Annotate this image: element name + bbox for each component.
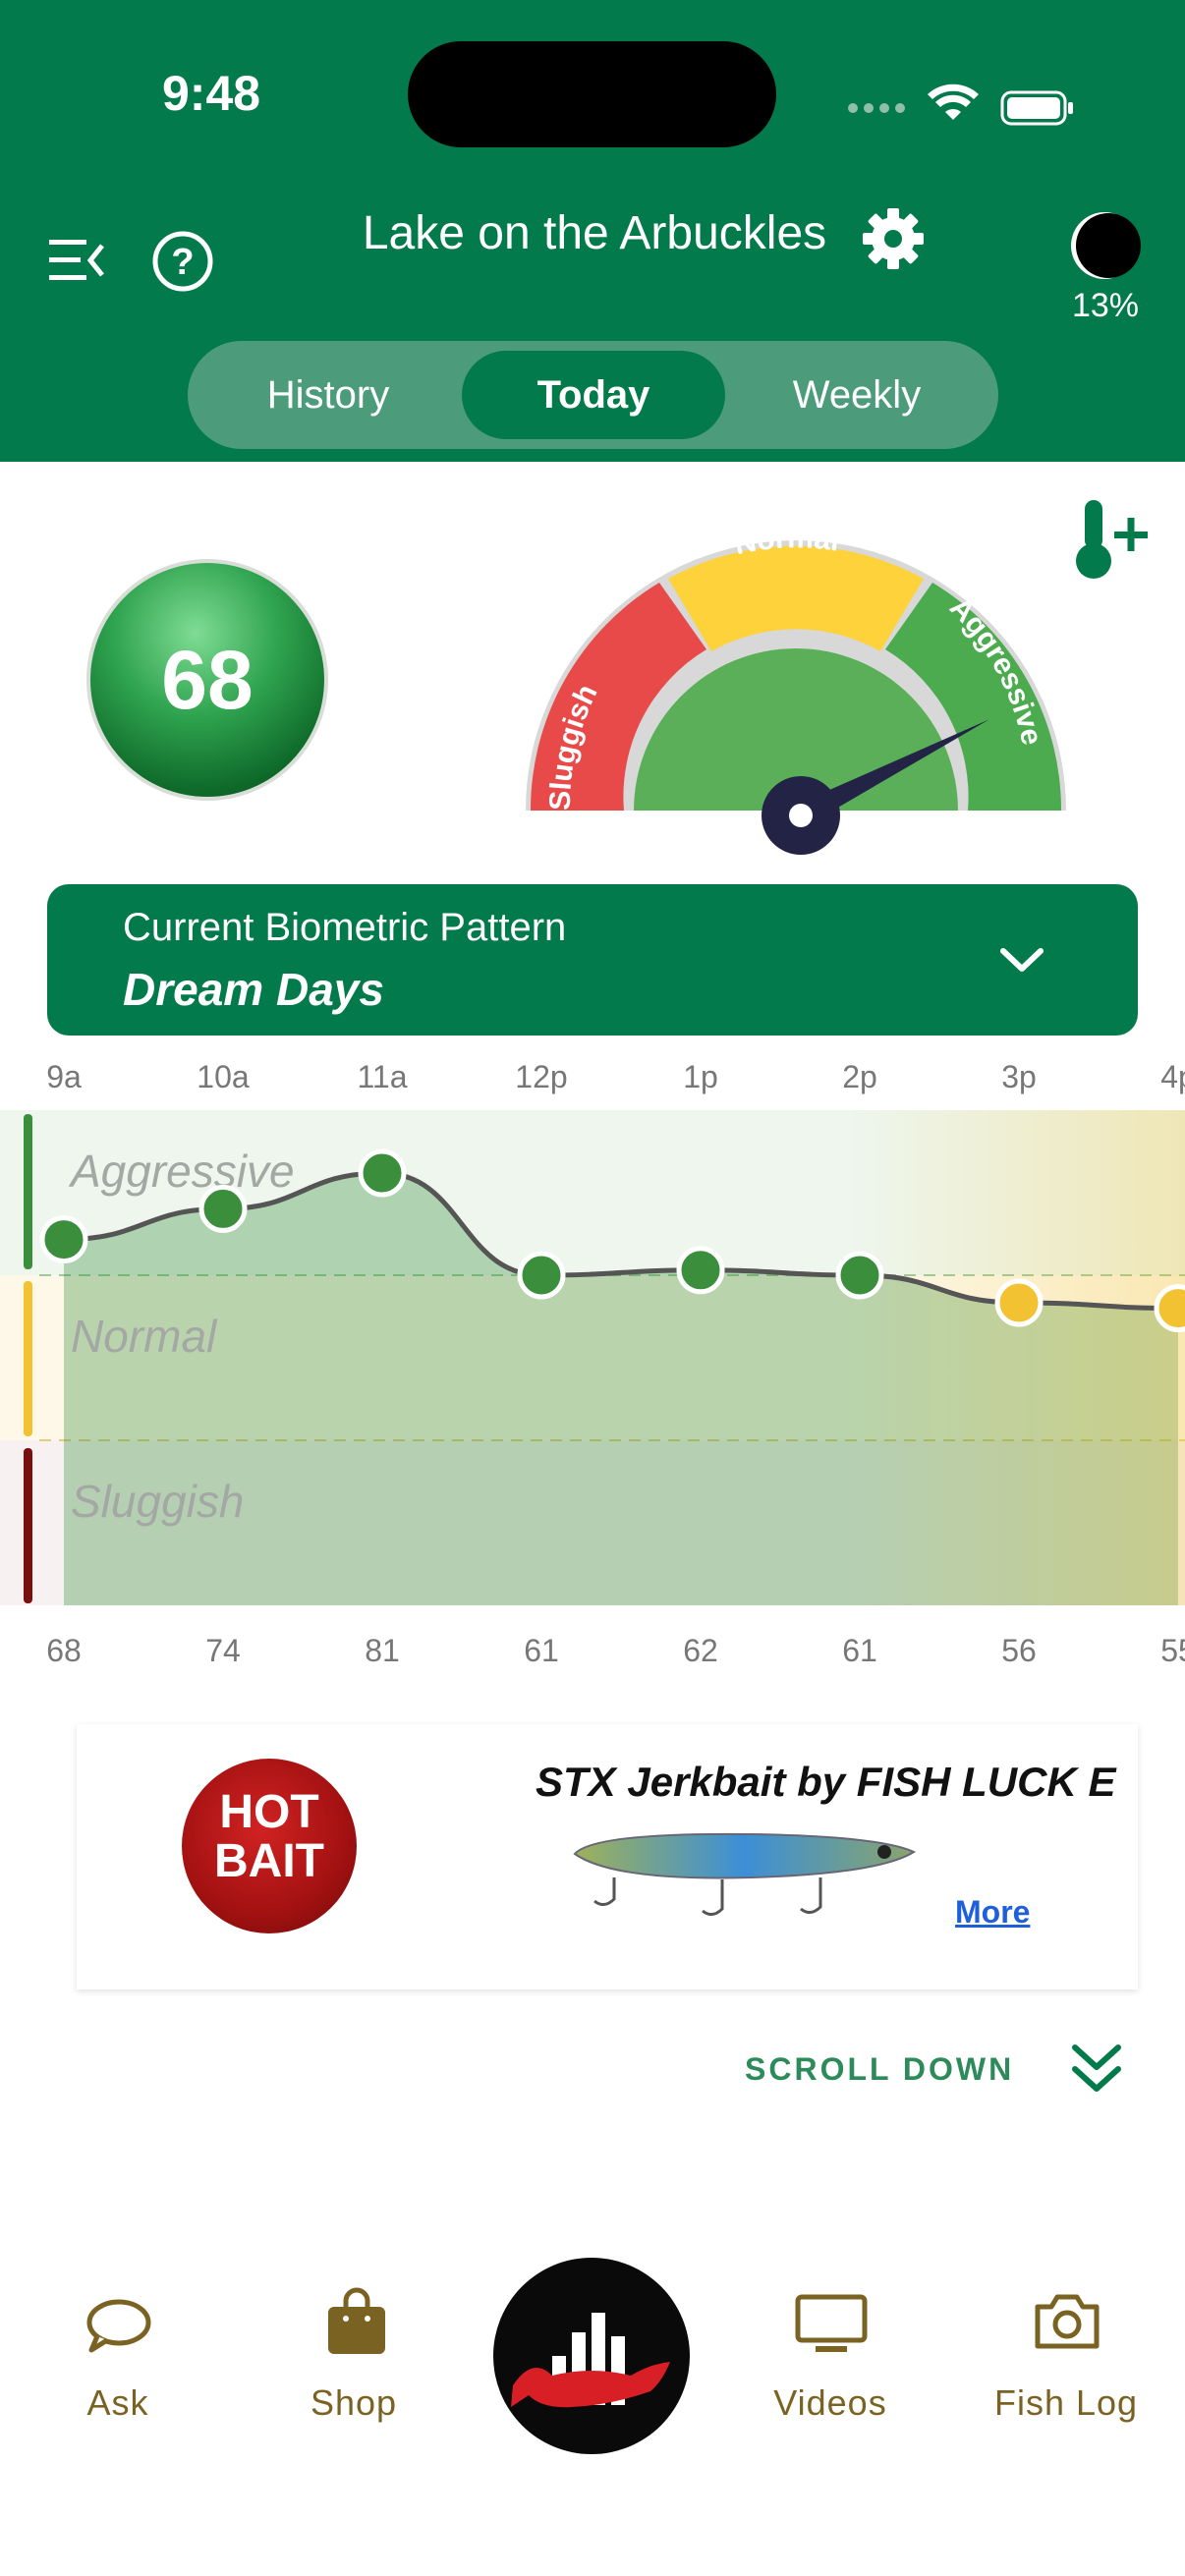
wifi-icon bbox=[928, 84, 979, 120]
status-time: 9:48 bbox=[162, 66, 261, 121]
tab-weekly[interactable]: Weekly bbox=[725, 351, 988, 439]
hourly-score-label: 81 bbox=[365, 1633, 400, 1668]
nav-fish-log[interactable]: Fish Log bbox=[958, 2382, 1174, 2424]
hour-label: 1p bbox=[683, 1059, 718, 1094]
scroll-down-label[interactable]: SCROLL DOWN bbox=[745, 2051, 1014, 2088]
hourly-score-label: 74 bbox=[205, 1633, 241, 1668]
hour-label: 3p bbox=[1001, 1059, 1037, 1094]
nav-ask[interactable]: Ask bbox=[10, 2382, 226, 2424]
cellular-signal-icon bbox=[848, 103, 905, 113]
hour-label: 11a bbox=[357, 1059, 408, 1094]
svg-text:?: ? bbox=[171, 242, 194, 283]
chart-point[interactable] bbox=[358, 1148, 407, 1198]
camera-icon[interactable] bbox=[1032, 2289, 1102, 2352]
lake-title[interactable]: Lake on the Arbuckles bbox=[295, 206, 894, 260]
activity-score: 68 bbox=[161, 634, 254, 726]
activity-gauge: Sluggish Normal Aggressive bbox=[526, 526, 1066, 855]
ad-more-link[interactable]: More bbox=[955, 1894, 1030, 1931]
hourly-score-label: 68 bbox=[46, 1633, 82, 1668]
chat-bubble-icon[interactable] bbox=[84, 2297, 152, 2356]
chart-point[interactable] bbox=[39, 1215, 88, 1264]
double-chevron-down-icon[interactable] bbox=[1069, 2042, 1124, 2097]
activity-chart: Aggressive Normal Sluggish bbox=[0, 1110, 1185, 1605]
moon-phase-icon[interactable] bbox=[1065, 206, 1144, 285]
chart-point[interactable] bbox=[835, 1251, 884, 1300]
status-indicators bbox=[848, 84, 1073, 126]
hourly-score-label: 61 bbox=[842, 1633, 877, 1668]
chart-point[interactable] bbox=[994, 1278, 1044, 1327]
band-marker-normal bbox=[24, 1281, 32, 1436]
chart-point[interactable] bbox=[676, 1246, 725, 1295]
hourly-score-label: 56 bbox=[1001, 1633, 1037, 1668]
battery-icon bbox=[1000, 90, 1073, 126]
chart-point[interactable] bbox=[198, 1184, 248, 1233]
chart-point[interactable] bbox=[517, 1251, 566, 1300]
tab-today[interactable]: Today bbox=[462, 351, 725, 439]
hour-label: 9a bbox=[46, 1059, 82, 1094]
hourly-score-label: 61 bbox=[524, 1633, 559, 1668]
band-label-sluggish: Sluggish bbox=[71, 1476, 244, 1527]
jerkbait-lure-image bbox=[573, 1832, 917, 1916]
moon-illumination: 13% bbox=[1071, 287, 1140, 324]
fish-chart-logo-icon bbox=[511, 2313, 670, 2408]
shopping-bag-icon[interactable] bbox=[322, 2287, 391, 2358]
tab-history[interactable]: History bbox=[197, 351, 460, 439]
help-icon[interactable]: ? bbox=[149, 228, 216, 295]
pattern-label: Current Biometric Pattern bbox=[123, 906, 567, 949]
hour-label: 10a bbox=[197, 1059, 250, 1094]
band-marker-aggressive bbox=[24, 1114, 32, 1269]
band-marker-sluggish bbox=[24, 1448, 32, 1603]
monitor-icon[interactable] bbox=[792, 2291, 871, 2356]
nav-videos[interactable]: Videos bbox=[722, 2382, 938, 2424]
chart-point[interactable] bbox=[1154, 1284, 1185, 1333]
hour-label: 2p bbox=[842, 1059, 877, 1094]
hour-label: 4p bbox=[1160, 1059, 1185, 1094]
band-label-aggressive: Aggressive bbox=[68, 1146, 295, 1197]
settings-gear-icon[interactable] bbox=[861, 206, 926, 271]
nav-shop[interactable]: Shop bbox=[246, 2382, 462, 2424]
hourly-score-label: 55 bbox=[1160, 1633, 1185, 1668]
dynamic-island bbox=[408, 41, 776, 147]
chevron-down-icon[interactable] bbox=[997, 943, 1046, 977]
band-label-normal: Normal bbox=[71, 1311, 218, 1362]
ad-headline: STX Jerkbait by FISH LUCK E bbox=[536, 1759, 1116, 1805]
pattern-value: Dream Days bbox=[123, 964, 384, 1015]
menu-collapse-icon[interactable] bbox=[47, 236, 106, 285]
hourly-score-label: 62 bbox=[683, 1633, 718, 1668]
hot-bait-logo-text: HOT BAIT bbox=[214, 1786, 324, 1887]
hour-label: 12p bbox=[515, 1059, 568, 1094]
